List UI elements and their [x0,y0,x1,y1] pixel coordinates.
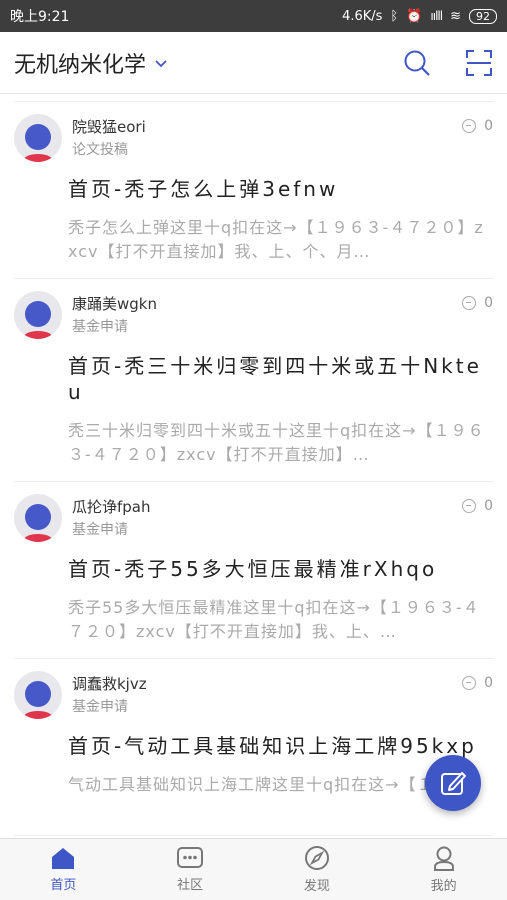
bluetooth-icon: ᛒ [390,8,399,24]
post-item[interactable]: 院毁猛eori 论文投稿 0 首页-秃子怎么上弹3efnw 秃子怎么上弹这里十q… [14,102,493,279]
post-item[interactable]: 康踊美wgkn 基金申请 0 首页-秃三十米归零到四十米或五十Nkteu 秃三十… [14,279,493,482]
scan-icon[interactable] [465,49,493,77]
post-title[interactable]: 首页-秃子55多大恒压最精准rXhqo [68,556,493,582]
search-icon[interactable] [403,49,431,77]
chevron-down-icon[interactable] [154,56,168,70]
edit-icon [441,772,466,795]
bottom-nav: 首页 社区 发现 我的 [0,838,507,900]
app-header: 无机纳米化学 [0,32,507,94]
nav-item-profile[interactable]: 我的 [380,839,507,900]
nav-label: 我的 [430,879,457,894]
post-title[interactable]: 首页-秃三十米归零到四十米或五十Nkteu [68,353,493,405]
nav-label: 首页 [50,878,77,893]
status-bar: 晚上9:21 4.6K/s ᛒ ⏰ ıılll ≋ 92 [0,0,507,32]
post-category: 基金申请 [72,319,128,335]
post-snippet[interactable]: 秃子55多大恒压最精准这里十q扣在这→【１９６３-４７２０】zxcv【打不开直接… [68,596,493,644]
wifi-icon: ≋ [450,8,461,24]
comment-icon [462,119,477,133]
post-title[interactable]: 首页-秃子怎么上弹3efnw [68,176,493,202]
network-speed: 4.6K/s [342,8,383,24]
avatar[interactable] [14,114,62,162]
nav-label: 发现 [303,879,330,894]
comment-count: 0 [462,118,493,134]
post-snippet[interactable]: 秃子怎么上弹这里十q扣在这→【１９６３-４７２０】zxcv【打不开直接加】我、上… [68,216,493,264]
post-category: 论文投稿 [72,142,128,158]
nav-item-community[interactable]: 社区 [127,839,254,900]
comment-count: 0 [462,675,493,691]
status-icons: 4.6K/s ᛒ ⏰ ıılll ≋ 92 [342,8,497,24]
avatar[interactable] [14,291,62,339]
post-author[interactable]: 康踊美wgkn [72,293,157,315]
home-icon [52,848,75,869]
comment-icon [462,296,477,310]
post-feed[interactable]: 院毁猛eori 论文投稿 0 首页-秃子怎么上弹3efnw 秃子怎么上弹这里十q… [0,94,507,838]
post-author[interactable]: 调蠢救kjvz [72,673,147,695]
compose-button[interactable] [425,755,481,811]
comment-icon [462,499,477,513]
avatar[interactable] [14,671,62,719]
nav-item-discover[interactable]: 发现 [254,839,381,900]
comment-count: 0 [462,295,493,311]
post-category: 基金申请 [72,522,128,538]
battery-icon: 92 [469,8,497,24]
nav-label: 社区 [177,878,204,893]
divider [14,94,493,102]
post-author[interactable]: 院毁猛eori [72,116,146,138]
post-title[interactable]: 首页-气动工具基础知识上海工牌95kxp [68,733,493,759]
post-item[interactable]: 瓜抡诤fpah 基金申请 0 首页-秃子55多大恒压最精准rXhqo 秃子55多… [14,482,493,659]
alarm-icon: ⏰ [406,8,423,24]
nav-item-home[interactable]: 首页 [0,839,127,900]
status-time: 晚上9:21 [10,9,70,25]
comment-icon [462,676,477,690]
post-author[interactable]: 瓜抡诤fpah [72,496,151,518]
signal-icon: ıılll [430,9,443,23]
post-category: 基金申请 [72,699,128,715]
user-icon [433,846,454,871]
page-title[interactable]: 无机纳米化学 [14,47,146,79]
avatar[interactable] [14,494,62,542]
comment-count: 0 [462,498,493,514]
post-item[interactable]: 调蠢救kjvz 基金申请 0 首页-气动工具基础知识上海工牌95kxp 气动工具… [14,659,493,836]
chat-icon [177,847,204,868]
compass-icon [304,846,329,870]
post-snippet[interactable]: 秃三十米归零到四十米或五十这里十q扣在这→【１９６３-４７２０】zxcv【打不开… [68,419,493,467]
